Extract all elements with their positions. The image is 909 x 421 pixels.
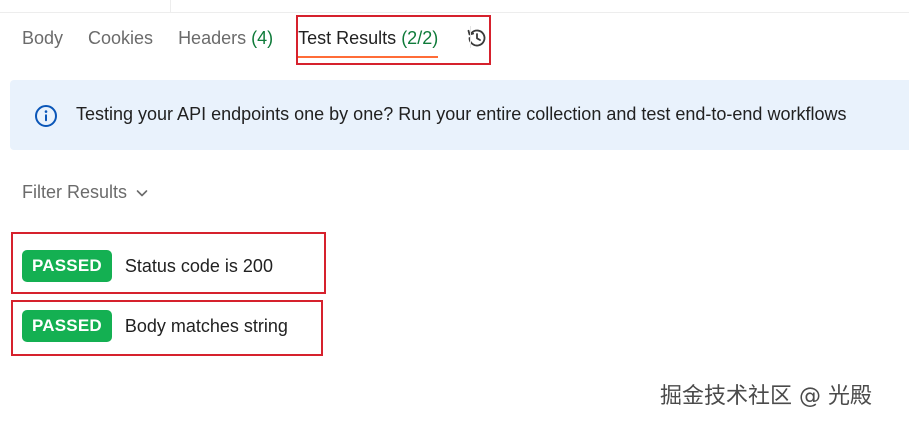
- tab-body[interactable]: Body: [22, 28, 63, 49]
- filter-results-dropdown[interactable]: Filter Results: [22, 182, 149, 203]
- filter-results-label: Filter Results: [22, 182, 128, 202]
- info-icon: [34, 104, 58, 128]
- passed-badge: PASSED: [22, 250, 112, 282]
- tab-headers-count: (4): [251, 27, 274, 48]
- highlight-box-tab: [296, 15, 491, 65]
- top-divider-tick: [170, 0, 171, 12]
- test-result-row: PASSED Status code is 200: [22, 250, 273, 282]
- info-banner: Testing your API endpoints one by one? R…: [10, 80, 909, 150]
- top-divider: [0, 12, 909, 13]
- tab-cookies-label: Cookies: [88, 27, 154, 48]
- banner-message: Testing your API endpoints one by one? R…: [76, 104, 847, 124]
- test-result-row: PASSED Body matches string: [22, 310, 288, 342]
- chevron-down-icon: [136, 189, 148, 196]
- tab-cookies[interactable]: Cookies: [88, 28, 153, 49]
- tab-headers-label: Headers: [178, 27, 247, 48]
- passed-badge: PASSED: [22, 310, 112, 342]
- tab-headers[interactable]: Headers (4): [178, 28, 273, 49]
- tab-body-label: Body: [22, 27, 64, 48]
- watermark: 掘金技术社区 @ 光殿: [660, 384, 872, 409]
- test-name: Body matches string: [124, 315, 288, 336]
- test-name: Status code is 200: [124, 255, 273, 276]
